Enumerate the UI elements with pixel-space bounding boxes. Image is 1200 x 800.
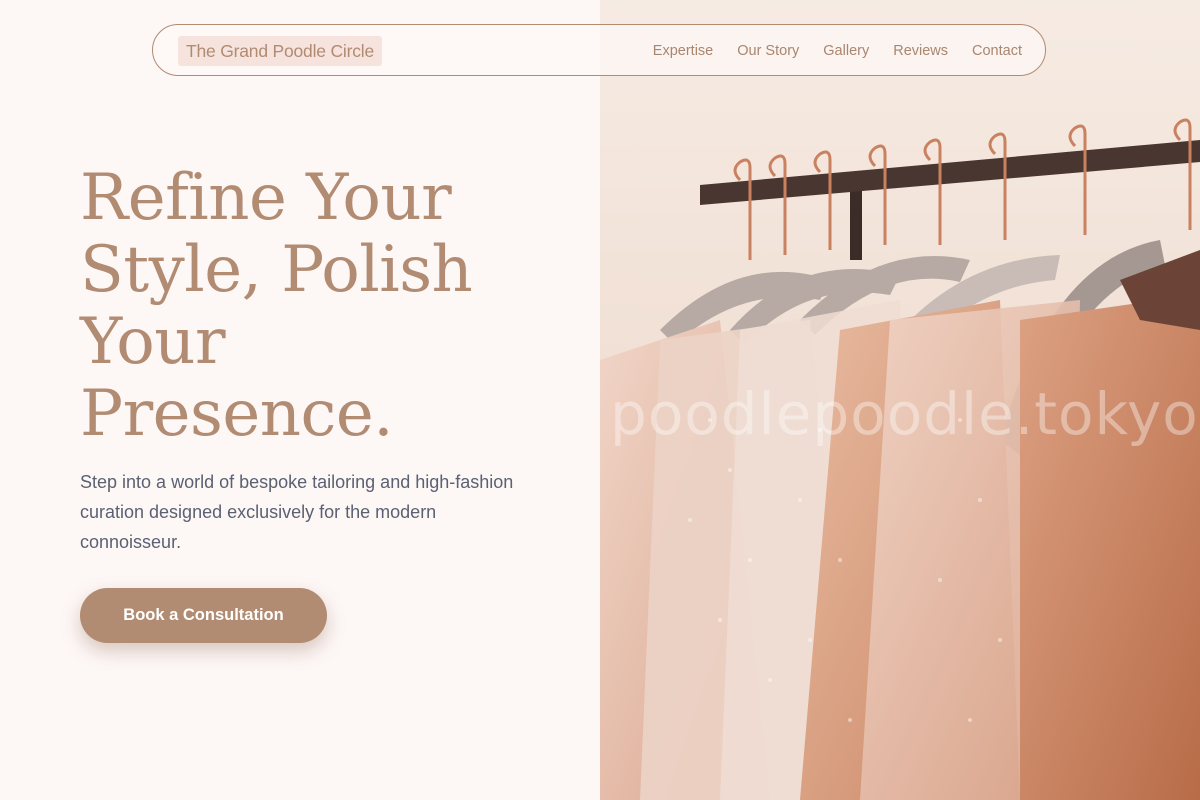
hero-title-line: Your <box>80 305 226 379</box>
nav-link-contact[interactable]: Contact <box>972 43 1022 59</box>
hero-left-pane: Refine Your Style, Polish Your Presence.… <box>0 0 600 800</box>
image-watermark: poodlepoodle.tokyo <box>610 380 1199 448</box>
nav-link-expertise[interactable]: Expertise <box>653 43 713 59</box>
hero-subtitle: Step into a world of bespoke tailoring a… <box>80 472 514 552</box>
top-navigation: The Grand Poodle Circle Expertise Our St… <box>152 24 1046 76</box>
nav-link-reviews[interactable]: Reviews <box>893 43 948 59</box>
hero-title: Refine Your Style, Polish Your Presence. <box>80 162 540 450</box>
hero-title-line: Style, Polish <box>80 233 473 307</box>
page: Refine Your Style, Polish Your Presence.… <box>0 0 1200 800</box>
hero-image: poodlepoodle.tokyo <box>600 0 1200 800</box>
nav-link-gallery[interactable]: Gallery <box>823 43 869 59</box>
book-consultation-button[interactable]: Book a Consultation <box>80 588 327 643</box>
nav-link-our-story[interactable]: Our Story <box>737 43 799 59</box>
hero-title-line: Presence. <box>80 377 394 451</box>
brand-logo-link[interactable]: The Grand Poodle Circle <box>178 36 382 66</box>
nav-links: Expertise Our Story Gallery Reviews Cont… <box>653 25 1022 77</box>
hero-title-line: Refine Your <box>80 161 452 235</box>
